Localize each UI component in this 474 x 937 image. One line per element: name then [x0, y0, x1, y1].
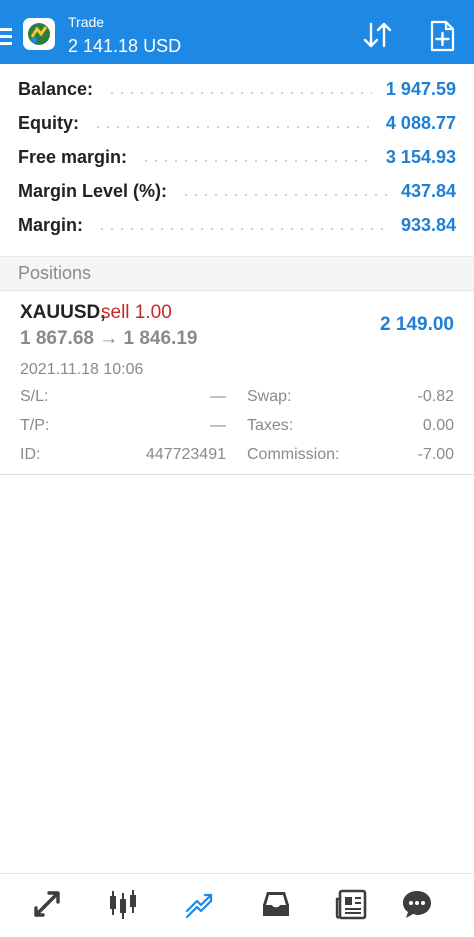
nav-quotes[interactable]: [25, 884, 69, 924]
dot-leader: [107, 92, 372, 94]
history-icon: [263, 892, 289, 916]
summary-label: Margin Level (%):: [18, 180, 168, 201]
trade-icon: [185, 893, 213, 919]
summary-value: 1 947.59: [385, 78, 456, 99]
nav-chart[interactable]: [101, 884, 145, 924]
summary-label: Margin:: [18, 214, 83, 235]
tp-value: —: [210, 417, 226, 434]
nav-history[interactable]: [254, 884, 298, 924]
summary-row-free-margin: Free margin: 3 154.93: [0, 140, 474, 174]
swap-value: -0.82: [417, 388, 454, 405]
quotes-icon: [34, 891, 60, 917]
chart-icon: [110, 890, 136, 919]
menu-icon[interactable]: [0, 28, 14, 46]
trade-screen: Trade 2 141.18 USD Balance: 1 947.59 Equ…: [0, 0, 474, 937]
summary-label: Free margin:: [18, 146, 128, 167]
id-label: ID:: [20, 446, 41, 463]
summary-row-equity: Equity: 4 088.77: [0, 106, 474, 140]
summary-value: 933.84: [400, 214, 456, 235]
position-prices: 1 867.68 → 1 846.19: [20, 328, 198, 349]
account-summary: Balance: 1 947.59 Equity: 4 088.77 Free …: [0, 72, 474, 242]
dot-leader: [93, 126, 372, 128]
sl-label: S/L:: [20, 388, 49, 405]
summary-label: Balance:: [18, 78, 94, 99]
commission-value: -7.00: [417, 446, 454, 463]
commission-label: Commission:: [247, 446, 340, 463]
dot-leader: [97, 228, 387, 230]
tp-label: T/P:: [20, 417, 50, 434]
nav-news[interactable]: [329, 884, 373, 924]
swap-label: Swap:: [247, 388, 292, 405]
sort-icon[interactable]: [360, 18, 396, 54]
position-open-time: 2021.11.18 10:06: [20, 361, 144, 378]
id-value: 447723491: [145, 446, 226, 463]
position-type: sell 1.00: [101, 302, 172, 323]
summary-value: 4 088.77: [385, 112, 456, 133]
app-header: Trade 2 141.18 USD: [0, 0, 474, 64]
nav-trade[interactable]: [177, 884, 221, 924]
header-balance: 2 141.18 USD: [68, 36, 182, 56]
summary-value: 3 154.93: [385, 146, 456, 167]
position-profit: 2 149.00: [380, 314, 454, 335]
summary-row-margin-level: Margin Level (%): 437.84: [0, 174, 474, 208]
news-icon: [335, 889, 367, 920]
metatrader-logo-icon[interactable]: [22, 17, 56, 51]
dot-leader: [141, 160, 372, 162]
position-symbol: XAUUSD,: [20, 302, 106, 323]
screen-title: Trade: [68, 14, 105, 30]
nav-messages[interactable]: [395, 884, 439, 924]
messages-icon: [403, 891, 431, 918]
positions-title: Positions: [18, 263, 92, 283]
position-item[interactable]: XAUUSD, sell 1.00 1 867.68 → 1 846.19 2 …: [0, 291, 474, 475]
taxes-value: 0.00: [422, 417, 454, 434]
bottom-navigation: [0, 873, 474, 937]
new-order-icon[interactable]: [424, 18, 460, 54]
positions-header: Positions: [0, 256, 474, 291]
sl-value: —: [210, 388, 226, 405]
summary-row-balance: Balance: 1 947.59: [0, 72, 474, 106]
summary-label: Equity:: [18, 112, 79, 133]
taxes-label: Taxes:: [247, 417, 294, 434]
summary-row-margin: Margin: 933.84: [0, 208, 474, 242]
dot-leader: [181, 194, 387, 196]
summary-value: 437.84: [400, 180, 456, 201]
